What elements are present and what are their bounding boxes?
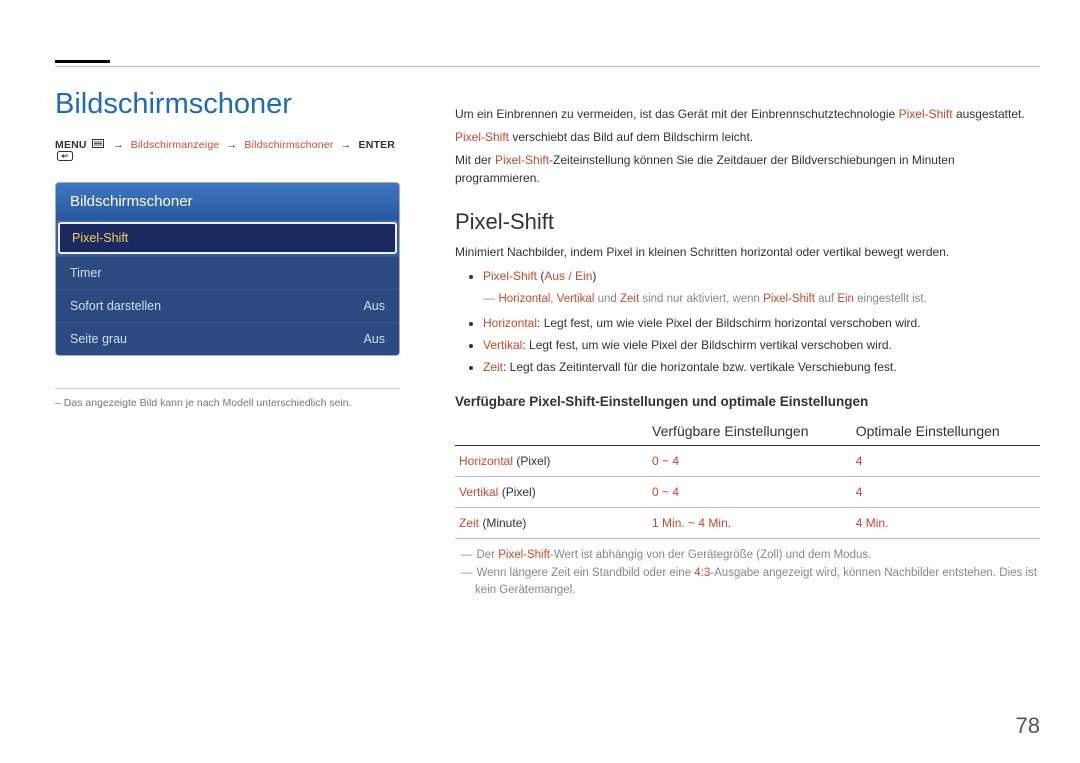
right-column: Um ein Einbrennen zu vermeiden, ist das …	[455, 100, 1040, 599]
table-heading: Verfügbare Pixel-Shift-Einstellungen und…	[455, 394, 1040, 409]
row-term: Vertikal	[459, 485, 498, 499]
table-row: Horizontal (Pixel) 0 ~ 4 4	[455, 446, 1040, 477]
row-unit: (Minute)	[479, 516, 526, 530]
text: verschiebt das Bild auf dem Bildschirm l…	[509, 130, 753, 144]
row-unit: (Pixel)	[498, 485, 535, 499]
section-desc: Minimiert Nachbilder, indem Pixel in kle…	[455, 243, 1040, 261]
row-opt: 4 Min.	[852, 508, 1040, 539]
breadcrumb-menu-label: MENU	[55, 139, 87, 151]
page-title: Bildschirmschoner	[55, 88, 400, 121]
text: : Legt das Zeitintervall für die horizon…	[503, 360, 897, 374]
term: Pixel-Shift	[763, 293, 815, 305]
osd-item-seite-grau[interactable]: Seite grau Aus	[56, 322, 399, 355]
intro-p3: Mit der Pixel-Shift-Zeiteinstellung könn…	[455, 151, 1040, 187]
dash-icon: ―	[483, 293, 495, 305]
osd-item-label: Timer	[70, 266, 101, 280]
term: Pixel-Shift	[498, 549, 550, 561]
table-row: Zeit (Minute) 1 Min. ~ 4 Min. 4 Min.	[455, 508, 1040, 539]
top-rule-short	[55, 60, 110, 63]
footnote-2: ― Wenn längere Zeit ein Standbild oder ei…	[455, 565, 1040, 600]
osd-item-label: Sofort darstellen	[70, 299, 161, 313]
table-row: Vertikal (Pixel) 0 ~ 4 4	[455, 477, 1040, 508]
term: Zeit	[620, 293, 639, 305]
section-heading-pixel-shift: Pixel-Shift	[455, 209, 1040, 235]
text: auf	[815, 293, 837, 305]
menu-icon	[92, 139, 104, 151]
term: Horizontal	[499, 293, 551, 305]
option-values: Aus / Ein	[544, 269, 592, 283]
osd-menu-title: Bildschirmschoner	[56, 183, 399, 220]
bullet-list: Pixel-Shift (Aus / Ein)	[483, 267, 1040, 285]
term: 4:3	[694, 567, 710, 579]
text: eingestellt ist.	[854, 293, 927, 305]
row-opt: 4	[852, 446, 1040, 477]
osd-item-label: Seite grau	[70, 332, 127, 346]
breadcrumb-path1: Bildschirmanzeige	[131, 139, 220, 151]
footnotes: ― Der Pixel-Shift-Wert ist abhängig von d…	[455, 547, 1040, 599]
text: : Legt fest, um wie viele Pixel der Bild…	[522, 338, 891, 352]
table-col2: Optimale Einstellungen	[852, 417, 1040, 446]
text: ausgestattet.	[953, 107, 1025, 121]
intro-p1: Um ein Einbrennen zu vermeiden, ist das …	[455, 105, 1040, 123]
bullet-zeit: Zeit: Legt das Zeitintervall für die hor…	[483, 358, 1040, 376]
term-pixel-shift: Pixel-Shift	[483, 269, 537, 283]
breadcrumb-path2: Bildschirmschoner	[244, 139, 333, 151]
text: )	[592, 269, 596, 283]
osd-item-timer[interactable]: Timer	[56, 256, 399, 289]
osd-item-pixel-shift[interactable]: Pixel-Shift	[58, 222, 397, 254]
term: Vertikal	[483, 338, 522, 352]
term: Horizontal	[483, 316, 537, 330]
section-note: ―Horizontal, Vertikal und Zeit sind nur …	[483, 291, 1040, 308]
row-avail: 0 ~ 4	[648, 446, 852, 477]
text: sind nur aktiviert, wenn	[639, 293, 763, 305]
row-avail: 1 Min. ~ 4 Min.	[648, 508, 852, 539]
osd-item-value: Aus	[363, 299, 385, 313]
breadcrumb: MENU → Bildschirmanzeige → Bildschirmsch…	[55, 139, 400, 164]
text: Wenn längere Zeit ein Standbild oder ein…	[477, 567, 695, 579]
table-col1: Verfügbare Einstellungen	[648, 417, 852, 446]
term-pixel-shift: Pixel-Shift	[455, 130, 509, 144]
text: Der	[477, 549, 499, 561]
text: Um ein Einbrennen zu vermeiden, ist das …	[455, 107, 899, 121]
term: Ein	[837, 293, 854, 305]
breadcrumb-arrow: →	[341, 139, 352, 151]
row-opt: 4	[852, 477, 1040, 508]
left-column: Bildschirmschoner MENU → Bildschirmanzei…	[55, 88, 400, 409]
left-divider	[55, 388, 400, 389]
bullet-horizontal: Horizontal: Legt fest, um wie viele Pixe…	[483, 314, 1040, 332]
breadcrumb-enter-label: ENTER	[359, 139, 396, 151]
osd-caption: Das angezeigte Bild kann je nach Modell …	[55, 397, 400, 409]
osd-item-label: Pixel-Shift	[72, 231, 128, 245]
text: und	[594, 293, 620, 305]
footnote-1: ― Der Pixel-Shift-Wert ist abhängig von d…	[455, 547, 1040, 564]
term-pixel-shift: Pixel-Shift	[899, 107, 953, 121]
term: Vertikal	[557, 293, 595, 305]
row-avail: 0 ~ 4	[648, 477, 852, 508]
row-term: Zeit	[459, 516, 479, 530]
settings-table: Verfügbare Einstellungen Optimale Einste…	[455, 417, 1040, 539]
term-pixel-shift: Pixel-Shift	[495, 153, 549, 167]
term: Zeit	[483, 360, 503, 374]
text: -Wert ist abhängig von der Gerätegröße (…	[550, 549, 871, 561]
intro-p2: Pixel-Shift verschiebt das Bild auf dem …	[455, 128, 1040, 146]
breadcrumb-arrow: →	[113, 139, 124, 151]
breadcrumb-arrow: →	[227, 139, 238, 151]
page-number: 78	[1016, 713, 1040, 739]
osd-item-value: Aus	[363, 332, 385, 346]
text: Mit der	[455, 153, 495, 167]
bullet-option: Pixel-Shift (Aus / Ein)	[483, 267, 1040, 285]
osd-menu: Bildschirmschoner Pixel-Shift Timer Sofo…	[55, 182, 400, 356]
row-unit: (Pixel)	[513, 454, 550, 468]
dash-icon: ―	[461, 567, 473, 579]
top-rule	[55, 66, 1040, 67]
table-col0	[455, 417, 648, 446]
text: : Legt fest, um wie viele Pixel der Bild…	[537, 316, 921, 330]
enter-icon	[57, 151, 73, 164]
row-term: Horizontal	[459, 454, 513, 468]
dash-icon: ―	[461, 549, 473, 561]
bullet-vertikal: Vertikal: Legt fest, um wie viele Pixel …	[483, 336, 1040, 354]
osd-item-sofort-darstellen[interactable]: Sofort darstellen Aus	[56, 289, 399, 322]
bullet-list: Horizontal: Legt fest, um wie viele Pixe…	[483, 314, 1040, 376]
